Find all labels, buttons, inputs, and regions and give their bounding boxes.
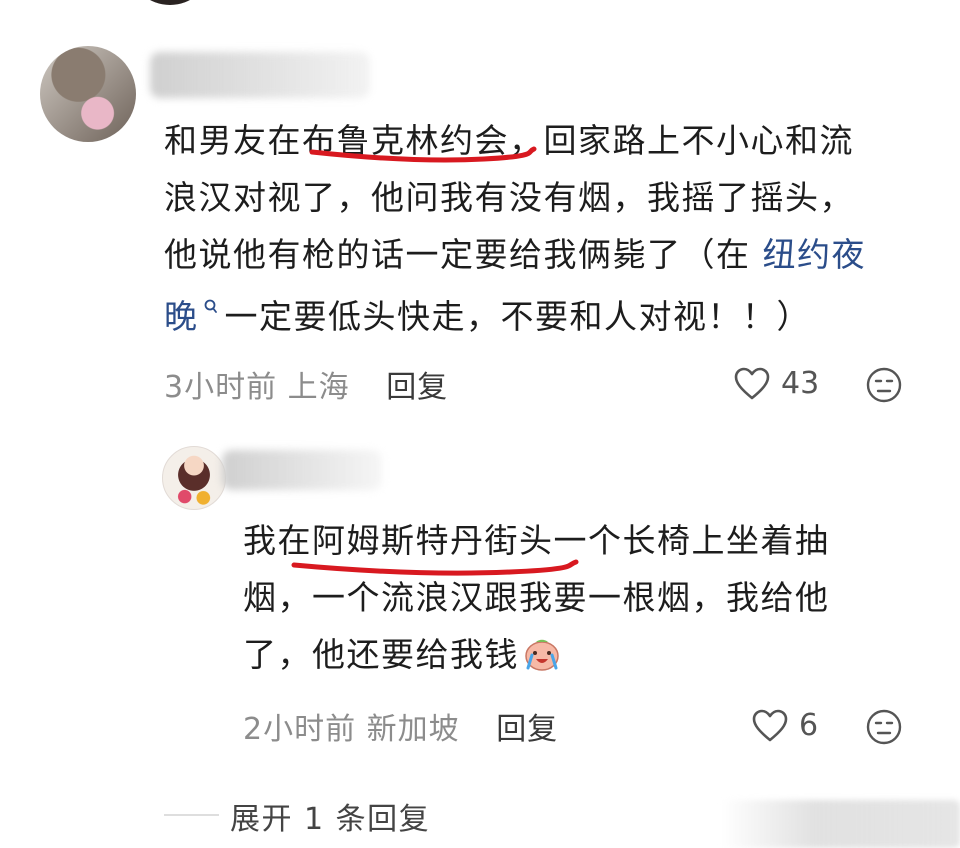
comment-text: 和男友在布鲁克林约会，回家路上不小心和流 浪汉对视了，他问我有没有烟，我摇了摇头… xyxy=(164,112,924,345)
previous-comment-avatar[interactable] xyxy=(130,0,210,5)
comment-line: 晚 一定要低头快走，不要和人对视！！） xyxy=(164,283,924,345)
watermark xyxy=(720,800,960,848)
comment-location: 新加坡 xyxy=(366,712,460,747)
blurred-username xyxy=(222,450,382,490)
expand-replies-button[interactable]: 展开 1 条回复 xyxy=(230,794,430,838)
search-link-part2[interactable]: 晚 xyxy=(164,297,199,336)
heart-outline-icon xyxy=(733,367,771,401)
search-icon[interactable] xyxy=(203,283,219,340)
expand-divider xyxy=(164,814,219,816)
commenter-avatar[interactable] xyxy=(40,46,136,142)
reply-button[interactable]: 回复 xyxy=(496,712,558,747)
comment-meta: 3小时前 上海 回复 xyxy=(164,362,448,406)
like-button[interactable]: 43 xyxy=(733,366,819,401)
heart-outline-icon xyxy=(751,709,789,743)
comment-line: 浪汉对视了，他问我有没有烟，我摇了摇头， xyxy=(164,178,854,217)
comment-line: 了，他还要给我钱 xyxy=(243,626,923,689)
search-link-part1[interactable]: 纽约夜 xyxy=(763,235,867,274)
reply-commenter-avatar[interactable] xyxy=(162,446,226,510)
comment-line: 和男友在布鲁克林约会，回家路上不小心和流 xyxy=(164,121,854,160)
crying-laughing-emoji-icon xyxy=(523,632,561,689)
like-button[interactable]: 6 xyxy=(751,708,818,743)
comment-line: 烟，一个流浪汉跟我要一根烟，我给他 xyxy=(243,578,830,617)
comment-time: 3小时前 xyxy=(164,370,278,405)
comment-line: 他说他有枪的话一定要给我俩毙了（在 纽约夜 xyxy=(164,235,867,274)
like-count: 6 xyxy=(799,708,819,743)
comment-time: 2小时前 xyxy=(243,712,357,747)
reply-button[interactable]: 回复 xyxy=(386,370,448,405)
red-underline-mark xyxy=(290,553,580,577)
blurred-username xyxy=(150,52,370,98)
emoji-face-icon[interactable] xyxy=(865,366,903,404)
comment-location: 上海 xyxy=(287,370,350,405)
reply-text: 我在阿姆斯特丹街头一个长椅上坐着抽 烟，一个流浪汉跟我要一根烟，我给他 了，他还… xyxy=(243,512,923,689)
reply-meta: 2小时前 新加坡 回复 xyxy=(243,704,558,748)
red-underline-mark xyxy=(308,142,538,164)
like-count: 43 xyxy=(781,366,820,401)
emoji-face-icon[interactable] xyxy=(865,708,903,746)
